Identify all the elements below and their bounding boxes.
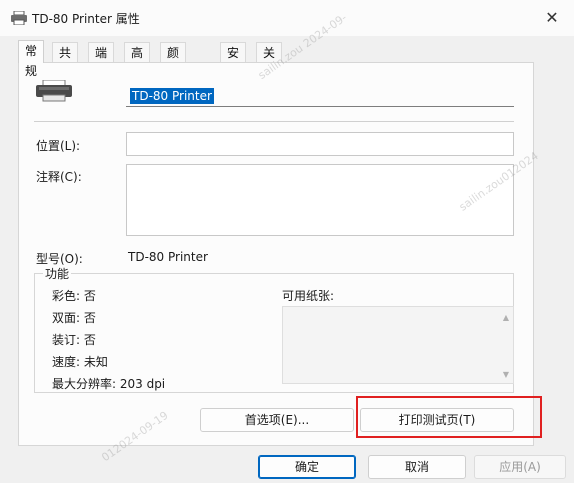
- tab-color-management[interactable]: 颜色管理: [160, 42, 187, 120]
- preferences-button[interactable]: 首选项(E)...: [200, 408, 354, 432]
- scroll-down-icon[interactable]: ▼: [503, 370, 509, 379]
- close-icon: ✕: [545, 8, 559, 27]
- separator: [34, 121, 514, 122]
- apply-button[interactable]: 应用(A): [474, 455, 566, 479]
- printer-icon: [11, 11, 27, 25]
- title-bar: TD-80 Printer 属性 ✕: [0, 0, 574, 36]
- ok-button[interactable]: 确定: [258, 455, 356, 479]
- printer-large-icon: [36, 80, 72, 102]
- tab-advanced[interactable]: 高级: [124, 42, 151, 80]
- location-label: 位置(L):: [36, 139, 81, 153]
- feature-color: 彩色: 否: [52, 289, 96, 303]
- comment-label: 注释(C):: [36, 170, 82, 184]
- feature-max-resolution: 最大分辨率: 203 dpi: [52, 377, 166, 391]
- feature-speed: 速度: 未知: [52, 355, 108, 369]
- printer-name-value: TD-80 Printer: [130, 88, 214, 104]
- tab-sharing[interactable]: 共享: [52, 42, 79, 80]
- window-title: TD-80 Printer 属性: [32, 12, 140, 26]
- paper-list[interactable]: ▲ ▼: [282, 306, 514, 384]
- tab-general[interactable]: 常规: [18, 40, 45, 78]
- tab-ports[interactable]: 端口: [88, 42, 115, 80]
- paper-label: 可用纸张:: [282, 289, 335, 303]
- cancel-button[interactable]: 取消: [368, 455, 466, 479]
- feature-staple: 装订: 否: [52, 333, 96, 347]
- scroll-up-icon[interactable]: ▲: [503, 313, 509, 322]
- comment-input[interactable]: [126, 164, 514, 236]
- feature-duplex: 双面: 否: [52, 311, 96, 325]
- features-legend: 功能: [45, 267, 70, 281]
- model-value: TD-80 Printer: [128, 250, 208, 264]
- tab-security[interactable]: 安全: [220, 42, 247, 80]
- printer-name-field[interactable]: TD-80 Printer: [126, 86, 514, 107]
- close-button[interactable]: ✕: [540, 6, 564, 30]
- highlight-annotation: [356, 396, 542, 438]
- location-input[interactable]: [126, 132, 514, 156]
